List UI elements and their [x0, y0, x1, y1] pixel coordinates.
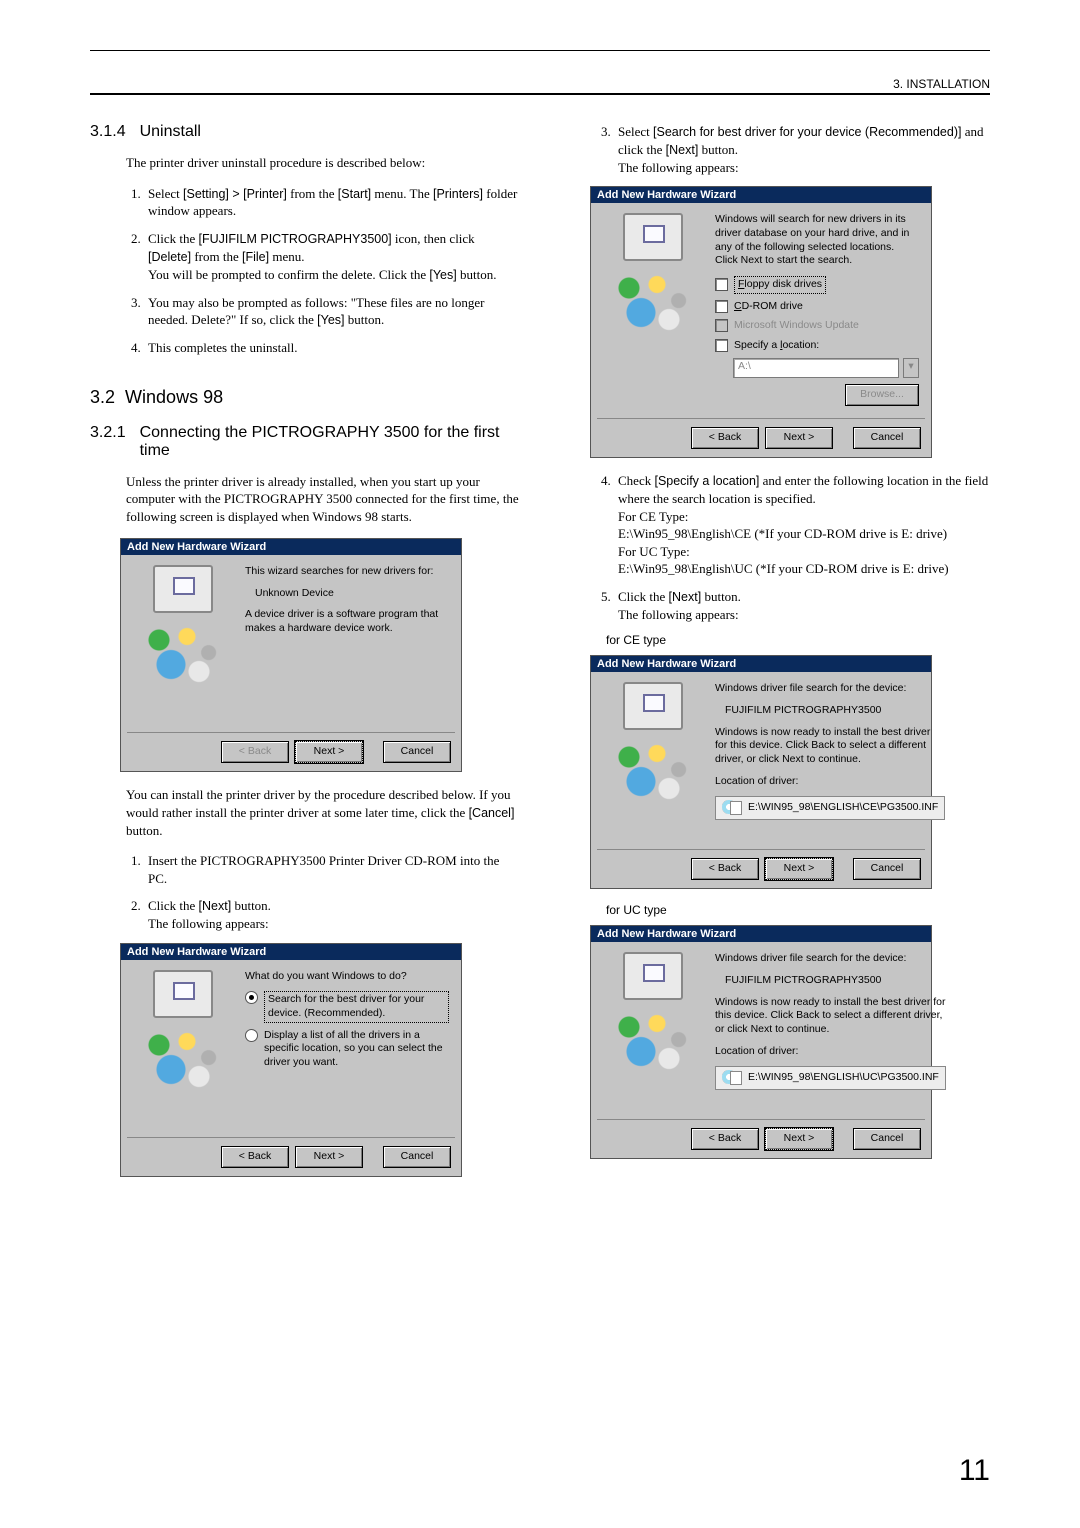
- for-ce-label: for CE type: [606, 633, 990, 647]
- location-label: Location of driver:: [715, 1045, 946, 1059]
- monitor-icon: [623, 213, 683, 261]
- wizard-title: Add New Hardware Wizard: [121, 539, 461, 555]
- checkbox-label: Microsoft Windows Update: [734, 319, 859, 333]
- step: This completes the uninstall.: [144, 339, 520, 357]
- checkbox-label: Specify a location:: [734, 339, 819, 353]
- wizard-what-to-do: Add New Hardware Wizard What do you want…: [120, 943, 462, 1177]
- wizard-text: A device driver is a software program th…: [245, 608, 449, 635]
- wizard-title: Add New Hardware Wizard: [591, 187, 931, 203]
- step: Check [Specify a location] and enter the…: [614, 472, 990, 578]
- wizard-device: FUJIFILM PICTROGRAPHY3500: [725, 974, 946, 988]
- browse-button[interactable]: Browse...: [845, 384, 919, 406]
- cancel-button[interactable]: Cancel: [853, 427, 921, 449]
- sec-321-intro: Unless the printer driver is already ins…: [126, 473, 520, 526]
- wizard-device: Unknown Device: [255, 587, 449, 601]
- step: Select [Setting] > [Printer] from the [S…: [144, 185, 520, 220]
- checkbox-windows-update[interactable]: [715, 319, 728, 332]
- hardware-icon: [613, 736, 693, 806]
- checkbox-specify-location[interactable]: [715, 339, 728, 352]
- driver-path: E:\WIN95_98\ENGLISH\UC\PG3500.INF: [748, 1071, 939, 1085]
- step: Click the [FUJIFILM PICTROGRAPHY3500] ic…: [144, 230, 520, 284]
- next-button[interactable]: Next >: [765, 427, 833, 449]
- disk-icon: [722, 1070, 742, 1086]
- cancel-button[interactable]: Cancel: [383, 1146, 451, 1168]
- wizard-driver-found-uc: Add New Hardware Wizard Windows driver f…: [590, 925, 932, 1159]
- wizard-text: Windows is now ready to install the best…: [715, 726, 945, 767]
- chevron-down-icon[interactable]: ▾: [903, 358, 919, 378]
- step: Click the [Next] button.The following ap…: [614, 588, 990, 623]
- wizard-title: Add New Hardware Wizard: [121, 944, 461, 960]
- driver-path: E:\WIN95_98\ENGLISH\CE\PG3500.INF: [748, 801, 938, 815]
- driver-location-box: E:\WIN95_98\ENGLISH\UC\PG3500.INF: [715, 1066, 946, 1090]
- hardware-icon: [613, 1006, 693, 1076]
- checkbox-label: Floppy disk drives: [734, 276, 826, 294]
- back-button[interactable]: < Back: [691, 858, 759, 880]
- option-label: Search for the best driver for your devi…: [264, 991, 449, 1022]
- step: Click the [Next] button.The following ap…: [144, 897, 520, 932]
- header-chapter: 3. INSTALLATION: [90, 77, 990, 91]
- checkbox-floppy[interactable]: [715, 278, 728, 291]
- wizard-search-locations: Add New Hardware Wizard Windows will sea…: [590, 186, 932, 458]
- next-button[interactable]: Next >: [765, 1128, 833, 1150]
- location-label: Location of driver:: [715, 775, 945, 789]
- wizard-text: Windows is now ready to install the best…: [715, 996, 946, 1037]
- step: Select [Search for best driver for your …: [614, 123, 990, 176]
- radio-search-best[interactable]: [245, 991, 258, 1004]
- right-column: Select [Search for best driver for your …: [560, 123, 990, 1191]
- hardware-icon: [143, 1024, 223, 1094]
- sec-314-heading: 3.1.4 Uninstall: [90, 123, 520, 141]
- for-uc-label: for UC type: [606, 903, 990, 917]
- checkbox-label: CD-ROM drive: [734, 300, 803, 314]
- monitor-icon: [623, 952, 683, 1000]
- wizard-text: Windows driver file search for the devic…: [715, 952, 946, 966]
- sec-321-steps: Insert the PICTROGRAPHY3500 Printer Driv…: [90, 852, 520, 933]
- radio-display-list[interactable]: [245, 1029, 258, 1042]
- disk-icon: [722, 800, 742, 816]
- wizard-intro: Windows will search for new drivers in i…: [715, 213, 919, 268]
- sec-32-heading: 3.2 Windows 98: [90, 387, 520, 408]
- left-column: 3.1.4 Uninstall The printer driver unins…: [90, 123, 520, 1191]
- sec-321-heading: 3.2.1 Connecting the PICTROGRAPHY 3500 f…: [90, 424, 520, 460]
- driver-location-box: E:\WIN95_98\ENGLISH\CE\PG3500.INF: [715, 796, 945, 820]
- cancel-button[interactable]: Cancel: [853, 1128, 921, 1150]
- wizard-driver-found-ce: Add New Hardware Wizard Windows driver f…: [590, 655, 932, 889]
- sec-314-intro: The printer driver uninstall procedure i…: [126, 154, 520, 172]
- sec-314-steps: Select [Setting] > [Printer] from the [S…: [90, 185, 520, 357]
- wizard-text: Windows driver file search for the devic…: [715, 682, 945, 696]
- cancel-button[interactable]: Cancel: [383, 741, 451, 763]
- wizard-question: What do you want Windows to do?: [245, 970, 449, 984]
- wizard-title: Add New Hardware Wizard: [591, 656, 931, 672]
- after-wiz1-text: You can install the printer driver by th…: [126, 786, 520, 839]
- wizard-device: FUJIFILM PICTROGRAPHY3500: [725, 704, 945, 718]
- back-button[interactable]: < Back: [691, 427, 759, 449]
- wizard-title: Add New Hardware Wizard: [591, 926, 931, 942]
- wizard-text: This wizard searches for new drivers for…: [245, 565, 449, 579]
- monitor-icon: [153, 970, 213, 1018]
- monitor-icon: [153, 565, 213, 613]
- right-steps-4: Check [Specify a location] and enter the…: [560, 472, 990, 623]
- cancel-button[interactable]: Cancel: [853, 858, 921, 880]
- option-label: Display a list of all the drivers in a s…: [264, 1029, 449, 1070]
- step: Insert the PICTROGRAPHY3500 Printer Driv…: [144, 852, 520, 887]
- right-steps-3: Select [Search for best driver for your …: [560, 123, 990, 176]
- back-button[interactable]: < Back: [221, 741, 289, 763]
- back-button[interactable]: < Back: [691, 1128, 759, 1150]
- back-button[interactable]: < Back: [221, 1146, 289, 1168]
- step: You may also be prompted as follows: "Th…: [144, 294, 520, 329]
- checkbox-cdrom[interactable]: [715, 300, 728, 313]
- location-input[interactable]: A:\: [733, 358, 899, 378]
- wizard-new-drivers: Add New Hardware Wizard This wizard sear…: [120, 538, 462, 772]
- monitor-icon: [623, 682, 683, 730]
- hardware-icon: [613, 267, 693, 337]
- hardware-icon: [143, 619, 223, 689]
- next-button[interactable]: Next >: [295, 1146, 363, 1168]
- next-button[interactable]: Next >: [765, 858, 833, 880]
- next-button[interactable]: Next >: [295, 741, 363, 763]
- page-number: 11: [959, 1454, 990, 1488]
